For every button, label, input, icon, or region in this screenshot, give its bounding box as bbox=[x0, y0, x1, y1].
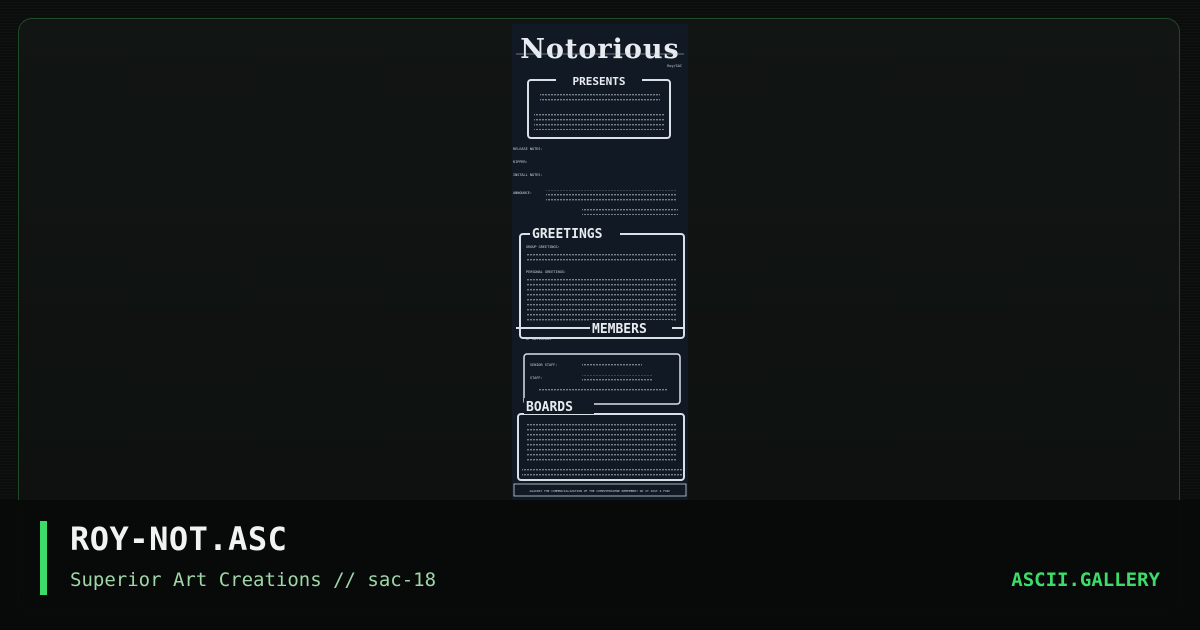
section-members: MEMBERS bbox=[592, 322, 647, 337]
ascii-art-preview[interactable]: Notorious Roy/SAC PRESENTS RELEASE NOTES… bbox=[512, 24, 688, 500]
accent-bar bbox=[40, 521, 47, 595]
section-boards: BOARDS bbox=[526, 400, 573, 415]
artwork-title: ROY-NOT.ASC bbox=[70, 520, 288, 558]
site-name[interactable]: ASCII.GALLERY bbox=[1011, 569, 1160, 591]
label-announce: ANNOUNCE: bbox=[513, 191, 532, 195]
label-staff: STAFF: bbox=[530, 376, 543, 380]
label-of-notorious: OF NOTORIOUS bbox=[526, 337, 551, 341]
ascii-art-canvas: Notorious Roy/SAC PRESENTS RELEASE NOTES… bbox=[513, 34, 687, 497]
label-personal-greetings: PERSONAL GREETINGS: bbox=[526, 270, 566, 274]
art-footer-line: AGAINST THE COMMERCIALIZATION OF THE COM… bbox=[530, 489, 671, 493]
section-greetings: GREETINGS bbox=[532, 227, 603, 242]
label-install-notes: INSTALL NOTES: bbox=[513, 173, 543, 177]
label-release-notes: RELEASE NOTES: bbox=[513, 147, 543, 151]
ascii-logo-tag: Roy/SAC bbox=[667, 64, 682, 68]
label-senior-staff: SENIOR STAFF: bbox=[530, 363, 557, 367]
section-presents: PRESENTS bbox=[573, 75, 626, 88]
label-ripper: RIPPER: bbox=[513, 160, 528, 164]
ascii-logo: Notorious bbox=[520, 34, 680, 65]
artwork-group: Superior Art Creations // sac-18 bbox=[70, 569, 437, 591]
label-group-greetings: GROUP GREETINGS: bbox=[526, 245, 560, 249]
